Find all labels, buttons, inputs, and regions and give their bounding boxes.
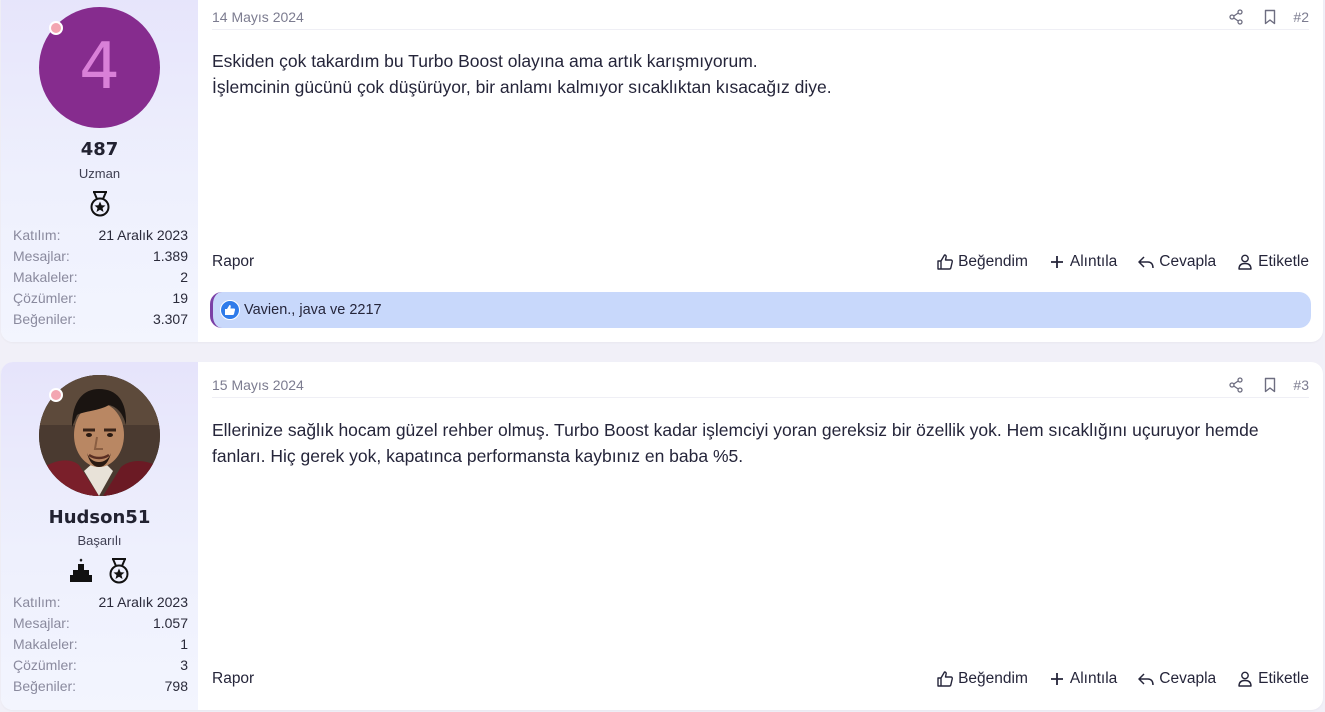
report-button[interactable]: Rapor xyxy=(212,670,254,688)
reply-icon xyxy=(1138,256,1155,269)
online-status-dot xyxy=(49,388,63,402)
quote-label: Alıntıla xyxy=(1069,253,1118,270)
stat-value: 21 Aralık 2023 xyxy=(98,594,188,610)
report-button[interactable]: Rapor xyxy=(212,253,254,271)
user-stats: Katılım: 21 Aralık 2023 Mesajlar: 1.057 Ma… xyxy=(13,592,188,697)
like-button[interactable]: Beğendim xyxy=(936,253,1028,271)
post-content: Eskiden çok takardım bu Turbo Boost olay… xyxy=(212,48,1309,100)
like-label: Beğendim xyxy=(958,670,1028,687)
user-icon xyxy=(1238,254,1252,270)
stat-row-messages: Mesajlar: 1.389 xyxy=(13,246,188,267)
stat-label: Mesajlar: xyxy=(13,615,70,631)
stat-value[interactable]: 1 xyxy=(180,634,188,655)
reactions-text[interactable]: Vavien., java ve 2217 xyxy=(244,302,382,318)
stat-value: 798 xyxy=(164,678,188,694)
post-main: 15 Mayıs 2024 #3 Ellerinize sağlık hocam… xyxy=(198,362,1323,710)
post-date[interactable]: 15 Mayıs 2024 xyxy=(212,377,304,393)
user-icon xyxy=(1238,671,1252,687)
bookmark-icon[interactable] xyxy=(1253,6,1287,28)
post-text-line: Ellerinize sağlık hocam güzel rehber olm… xyxy=(212,420,1259,466)
post-text-line: Eskiden çok takardım bu Turbo Boost olay… xyxy=(212,51,758,71)
stat-label: Beğeniler: xyxy=(13,311,77,327)
stat-row-articles: Makaleler: 1 xyxy=(13,634,188,655)
post-header-tools: #2 xyxy=(1219,6,1309,28)
stat-value[interactable]: 3 xyxy=(180,655,188,676)
plus-icon xyxy=(1050,256,1063,268)
plus-icon xyxy=(1050,673,1063,685)
stat-value[interactable]: 1.389 xyxy=(153,246,188,267)
post-date[interactable]: 14 Mayıs 2024 xyxy=(212,9,304,25)
post-actions: Rapor Beğendim Alıntıla Cevapla Etiketle xyxy=(212,667,1309,691)
post-number-link[interactable]: #2 xyxy=(1293,9,1309,25)
stat-row-solutions: Çözümler: 19 xyxy=(13,288,188,309)
tag-user-button[interactable]: Etiketle xyxy=(1236,670,1309,688)
reply-label: Cevapla xyxy=(1159,253,1217,270)
stat-label: Beğeniler: xyxy=(13,678,77,694)
like-label: Beğendim xyxy=(958,253,1028,270)
username[interactable]: Hudson51 xyxy=(1,507,198,528)
user-title: Uzman xyxy=(78,166,121,181)
stat-label: Katılım: xyxy=(13,227,61,243)
post-text-line: İşlemcinin gücünü çok düşürüyor, bir anl… xyxy=(212,77,832,97)
user-badges xyxy=(1,558,198,584)
stat-label: Mesajlar: xyxy=(13,248,70,264)
quote-button[interactable]: Alıntıla xyxy=(1048,670,1117,688)
post-2: 4 487 Uzman Katılım: 21 Aralık 2023 Mesaj… xyxy=(1,0,1323,342)
quote-label: Alıntıla xyxy=(1069,670,1118,687)
like-button[interactable]: Beğendim xyxy=(936,670,1028,688)
medal-star-icon[interactable] xyxy=(88,191,112,217)
stat-value[interactable]: 1.057 xyxy=(153,613,188,634)
share-icon[interactable] xyxy=(1219,374,1253,396)
stat-row-articles: Makaleler: 2 xyxy=(13,267,188,288)
podium-icon[interactable] xyxy=(69,558,93,584)
reactions-bar[interactable]: Vavien., java ve 2217 xyxy=(210,292,1311,328)
username[interactable]: 487 xyxy=(1,139,198,160)
medal-star-icon[interactable] xyxy=(107,558,131,584)
tag-label: Etiketle xyxy=(1258,253,1309,270)
post-header: 15 Mayıs 2024 #3 xyxy=(212,372,1309,398)
post-actions-right: Beğendim Alıntıla Cevapla Etiketle xyxy=(936,670,1309,688)
post-3: Hudson51 Başarılı Katılım: 21 Aralık 2023… xyxy=(1,362,1323,710)
online-status-dot xyxy=(49,21,63,35)
reply-button[interactable]: Cevapla xyxy=(1137,253,1216,271)
reply-button[interactable]: Cevapla xyxy=(1137,670,1216,688)
user-badges xyxy=(1,191,198,217)
quote-button[interactable]: Alıntıla xyxy=(1048,253,1117,271)
post-header-tools: #3 xyxy=(1219,374,1309,396)
stat-label: Katılım: xyxy=(13,594,61,610)
stat-value[interactable]: 2 xyxy=(180,267,188,288)
stat-label: Makaleler: xyxy=(13,269,78,285)
reply-label: Cevapla xyxy=(1159,670,1217,687)
stat-row-likes: Beğeniler: 798 xyxy=(13,676,188,697)
post-actions-right: Beğendim Alıntıla Cevapla Etiketle xyxy=(936,253,1309,271)
tag-user-button[interactable]: Etiketle xyxy=(1236,253,1309,271)
user-title: Başarılı xyxy=(77,533,122,548)
reply-icon xyxy=(1138,673,1155,686)
stat-label: Çözümler: xyxy=(13,290,77,306)
thumbs-up-icon xyxy=(937,671,954,687)
stat-row-join: Katılım: 21 Aralık 2023 xyxy=(13,225,188,246)
stat-value[interactable]: 19 xyxy=(172,288,188,309)
stat-row-solutions: Çözümler: 3 xyxy=(13,655,188,676)
stat-row-messages: Mesajlar: 1.057 xyxy=(13,613,188,634)
stat-value: 21 Aralık 2023 xyxy=(98,227,188,243)
share-icon[interactable] xyxy=(1219,6,1253,28)
stat-label: Çözümler: xyxy=(13,657,77,673)
post-actions: Rapor Beğendim Alıntıla Cevapla Etiketle xyxy=(212,250,1309,274)
post-content: Ellerinize sağlık hocam güzel rehber olm… xyxy=(212,417,1309,469)
post-number-link[interactable]: #3 xyxy=(1293,377,1309,393)
stat-row-likes: Beğeniler: 3.307 xyxy=(13,309,188,330)
thumbs-up-icon xyxy=(937,254,954,270)
stat-label: Makaleler: xyxy=(13,636,78,652)
stat-row-join: Katılım: 21 Aralık 2023 xyxy=(13,592,188,613)
post-header: 14 Mayıs 2024 #2 xyxy=(212,4,1309,30)
tag-label: Etiketle xyxy=(1258,670,1309,687)
bookmark-icon[interactable] xyxy=(1253,374,1287,396)
like-reaction-icon xyxy=(220,300,240,320)
user-stats: Katılım: 21 Aralık 2023 Mesajlar: 1.389 Ma… xyxy=(13,225,188,330)
post-main: 14 Mayıs 2024 #2 Eskiden çok takardım bu… xyxy=(198,0,1323,342)
stat-value: 3.307 xyxy=(152,311,188,327)
user-panel: 4 487 Uzman Katılım: 21 Aralık 2023 Mesaj… xyxy=(1,0,198,342)
user-panel: Hudson51 Başarılı Katılım: 21 Aralık 2023… xyxy=(1,362,198,710)
